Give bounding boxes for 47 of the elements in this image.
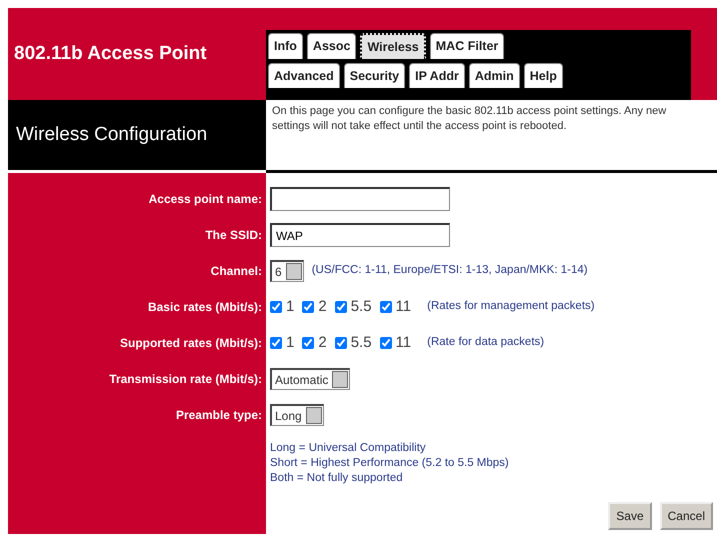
- tab[interactable]: MAC Filter: [430, 33, 504, 59]
- hint-text: (US/FCC: 1-11, Europe/ETSI: 1-13, Japan/MKK: 1-14): [312, 263, 588, 278]
- checkbox[interactable]: [380, 337, 392, 349]
- tab[interactable]: Security: [344, 63, 406, 88]
- field-label: Basic rates (Mbit/s):: [148, 299, 263, 316]
- legend-text: Long = Universal Compatibility: [270, 441, 427, 456]
- field-label: Transmission rate (Mbit/s):: [109, 371, 263, 388]
- option-label: 1: [286, 332, 294, 353]
- text-field[interactable]: WAP: [270, 223, 450, 247]
- option-label: 5.5: [350, 332, 372, 353]
- checkbox[interactable]: [302, 301, 314, 313]
- option-label: 5.5: [350, 296, 372, 317]
- tab[interactable]: IP Addr: [409, 63, 465, 88]
- checkbox[interactable]: [380, 301, 392, 313]
- tab[interactable]: Assoc: [306, 33, 356, 59]
- dropdown[interactable]: 6: [270, 260, 304, 282]
- checkbox[interactable]: [270, 337, 282, 349]
- option-label: 11: [396, 332, 412, 353]
- option-label: 2: [318, 296, 327, 317]
- checkbox[interactable]: [270, 301, 282, 313]
- tab[interactable]: Help: [524, 63, 563, 88]
- tab[interactable]: Admin: [468, 63, 520, 88]
- tab[interactable]: Info: [268, 33, 303, 59]
- save-button[interactable]: Save: [608, 502, 652, 530]
- field-label: Preamble type:: [176, 407, 263, 424]
- hint-text: (Rates for management packets): [427, 299, 595, 314]
- header-title: 802.11b Access Point: [13, 42, 207, 66]
- hint-text: (Rate for data packets): [427, 335, 544, 350]
- checkbox[interactable]: [334, 337, 347, 349]
- dropdown[interactable]: Long: [270, 404, 324, 426]
- checkbox[interactable]: [334, 301, 347, 313]
- option-label: 1: [286, 296, 294, 317]
- dropdown[interactable]: Automatic: [270, 368, 350, 390]
- legend-text: Short = Highest Performance (5.2 to 5.5 Mbps): [270, 456, 510, 471]
- tab[interactable]: Wireless: [360, 33, 426, 59]
- text-field[interactable]: [270, 187, 450, 211]
- checkbox[interactable]: [302, 337, 314, 349]
- option-label: 11: [396, 296, 412, 317]
- field-label: Supported rates (Mbit/s):: [120, 335, 263, 352]
- field-label: Channel:: [210, 263, 263, 280]
- field-label: Access point name:: [148, 191, 263, 208]
- cancel-button[interactable]: Cancel: [660, 502, 713, 530]
- tab[interactable]: Advanced: [268, 63, 340, 88]
- field-label: The SSID:: [205, 227, 263, 244]
- option-label: 2: [318, 332, 327, 353]
- legend-text: Both = Not fully supported: [270, 471, 404, 486]
- page-title: Wireless Configuration: [15, 122, 208, 147]
